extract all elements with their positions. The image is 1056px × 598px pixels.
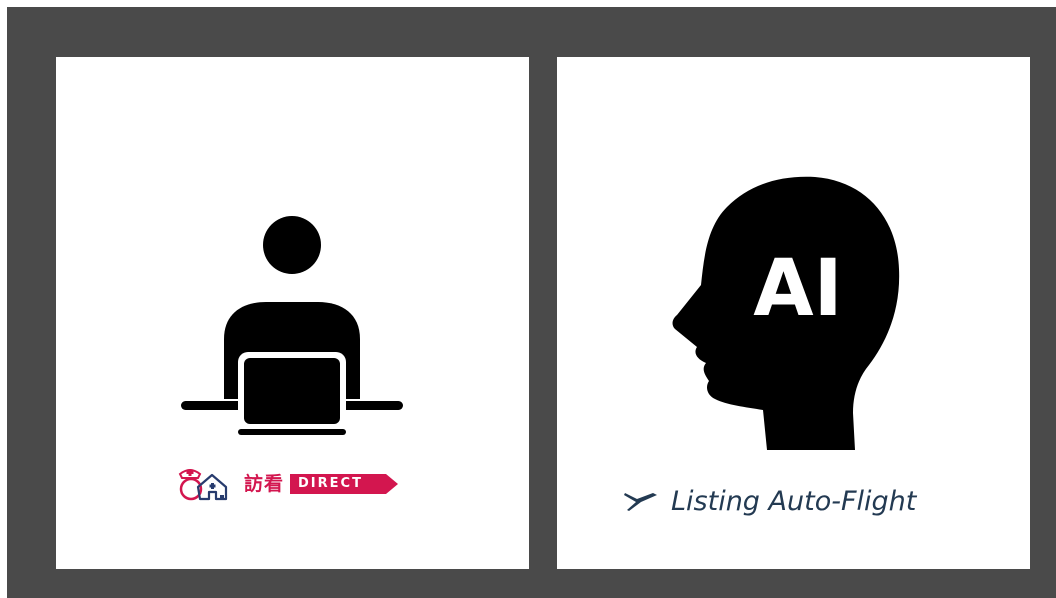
hokan-brand-name: 訪看 (244, 472, 285, 495)
panel-frame: 訪看 DIRECT AI Listing Auto-Flight (7, 7, 1056, 598)
airplane-icon (624, 493, 657, 511)
hokan-direct-logo: 訪看 DIRECT (176, 465, 400, 503)
direct-tag: DIRECT (290, 474, 400, 494)
direct-tag-label: DIRECT (298, 476, 363, 491)
listing-auto-flight-logo: Listing Auto-Flight (623, 481, 916, 521)
nurse-house-icon (178, 469, 228, 501)
listing-auto-flight-name: Listing Auto-Flight (671, 485, 917, 517)
card-hokan-direct: 訪看 DIRECT (56, 57, 529, 569)
card-listing-auto-flight: AI Listing Auto-Flight (557, 57, 1030, 569)
ai-label: AI (753, 244, 842, 334)
